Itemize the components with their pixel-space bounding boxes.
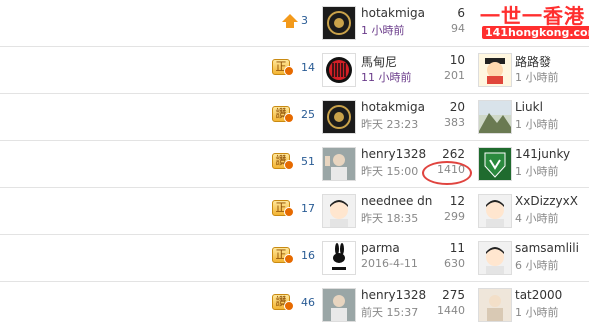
last-post-time: 1 小時前: [515, 165, 559, 178]
rank-number: 3: [301, 14, 308, 27]
thread-starter[interactable]: 馬甸尼: [361, 53, 397, 70]
club-crest-icon: [327, 105, 351, 129]
tag-icon: 讚: [272, 106, 294, 123]
person-photo-icon: [325, 154, 347, 180]
reply-count: 275: [442, 288, 465, 302]
last-poster[interactable]: samsamlili: [515, 241, 579, 255]
thread-start-time: 昨天 23:23: [361, 118, 419, 131]
reply-count: 262: [442, 147, 465, 161]
avatar[interactable]: [322, 100, 356, 134]
view-count: 94: [451, 22, 465, 35]
table-row[interactable]: 正 17 neednee dn 昨天 18:35 12 299 XxDizzyx…: [0, 188, 589, 235]
tag-icon: 正: [272, 200, 294, 217]
thread-start-time: 昨天 15:00: [361, 165, 419, 178]
rank-number: 16: [301, 249, 315, 262]
tag-icon: 讚: [272, 153, 294, 170]
thread-starter[interactable]: parma: [361, 241, 400, 255]
table-row[interactable]: 正 16 parma 2016-4-11 11 630 samsamlili 6…: [0, 235, 589, 282]
avatar[interactable]: [478, 194, 512, 228]
last-post-time: 1 小時前: [515, 306, 559, 319]
last-poster[interactable]: tat2000: [515, 288, 562, 302]
view-count: 630: [444, 257, 465, 270]
thread-list: 3 hotakmiga 1 小時前 6 94 正 14 馬甸尼 11 小時前 1…: [0, 0, 589, 322]
person-photo-icon: [331, 295, 347, 321]
reply-count: 6: [457, 6, 465, 20]
reply-count: 11: [449, 241, 465, 255]
rank-badge: 讚: [272, 294, 294, 312]
avatar[interactable]: [322, 241, 356, 275]
last-poster[interactable]: 141junky: [515, 147, 570, 161]
last-poster[interactable]: XxDizzyxX: [515, 194, 578, 208]
avatar[interactable]: [478, 100, 512, 134]
highlight-circle: [422, 161, 472, 185]
view-count: 383: [444, 116, 465, 129]
watermark-title: 一世一香港: [480, 4, 585, 28]
cartoon-avatar-icon: [485, 58, 505, 84]
view-count: 1440: [437, 304, 465, 317]
rank-badge: 讚: [272, 153, 294, 171]
landscape-photo-icon: [479, 101, 511, 133]
default-avatar-icon: [330, 200, 348, 227]
view-count: 201: [444, 69, 465, 82]
rank-badge: [272, 12, 298, 30]
rank-number: 17: [301, 202, 315, 215]
avatar[interactable]: [322, 194, 356, 228]
tag-icon: 正: [272, 247, 294, 264]
last-poster[interactable]: Liukl: [515, 100, 543, 114]
thread-starter[interactable]: hotakmiga: [361, 100, 425, 114]
avatar[interactable]: [478, 53, 512, 87]
avatar[interactable]: [322, 288, 356, 322]
reply-count: 20: [449, 100, 465, 114]
thread-start-time: 1 小時前: [361, 24, 405, 37]
rank-number: 51: [301, 155, 315, 168]
rank-number: 46: [301, 296, 315, 309]
avatar[interactable]: [478, 147, 512, 181]
rank-badge: 正: [272, 59, 294, 77]
watermark-url: 141hongkong.com: [482, 26, 589, 39]
tag-icon: 讚: [272, 294, 294, 311]
thread-starter[interactable]: henry1328: [361, 147, 426, 161]
thread-start-time: 11 小時前: [361, 71, 412, 84]
thread-start-time: 昨天 18:35: [361, 212, 419, 225]
last-poster[interactable]: 路路發: [515, 53, 551, 70]
thread-start-time: 前天 15:37: [361, 306, 419, 319]
avatar[interactable]: [322, 6, 356, 40]
rank-number: 14: [301, 61, 315, 74]
club-crest-icon: [327, 11, 351, 35]
bunny-logo-icon: [332, 243, 346, 270]
table-row[interactable]: 讚 25 hotakmiga 昨天 23:23 20 383 Liukl 1 小…: [0, 94, 589, 141]
club-crest-icon: [326, 57, 352, 83]
rank-badge: 正: [272, 200, 294, 218]
avatar[interactable]: [478, 288, 512, 322]
last-post-time: 1 小時前: [515, 71, 559, 84]
thread-starter[interactable]: henry1328: [361, 288, 426, 302]
rank-badge: 正: [272, 247, 294, 265]
last-post-time: 4 小時前: [515, 212, 559, 225]
thread-starter[interactable]: hotakmiga: [361, 6, 425, 20]
tag-icon: 正: [272, 59, 294, 76]
table-row[interactable]: 正 14 馬甸尼 11 小時前 10 201 路路發 1 小時前: [0, 47, 589, 94]
reply-count: 10: [449, 53, 465, 67]
person-photo-icon: [487, 295, 503, 321]
avatar[interactable]: [322, 147, 356, 181]
reply-count: 12: [449, 194, 465, 208]
thread-start-time: 2016-4-11: [361, 257, 418, 270]
thread-starter[interactable]: neednee dn: [361, 194, 432, 208]
table-row[interactable]: 讚 46 henry1328 前天 15:37 275 1440 tat2000…: [0, 282, 589, 329]
team-badge-icon: [484, 152, 506, 178]
default-avatar-icon: [486, 247, 504, 274]
view-count: 299: [444, 210, 465, 223]
site-watermark: 一世一香港 141hongkong.com: [478, 0, 589, 44]
table-row[interactable]: 讚 51 henry1328 昨天 15:00 262 1410 141junk…: [0, 141, 589, 188]
default-avatar-icon: [486, 200, 504, 227]
rank-number: 25: [301, 108, 315, 121]
last-post-time: 1 小時前: [515, 118, 559, 131]
avatar[interactable]: [478, 241, 512, 275]
avatar[interactable]: [322, 53, 356, 87]
rank-badge: 讚: [272, 106, 294, 124]
last-post-time: 6 小時前: [515, 259, 559, 272]
